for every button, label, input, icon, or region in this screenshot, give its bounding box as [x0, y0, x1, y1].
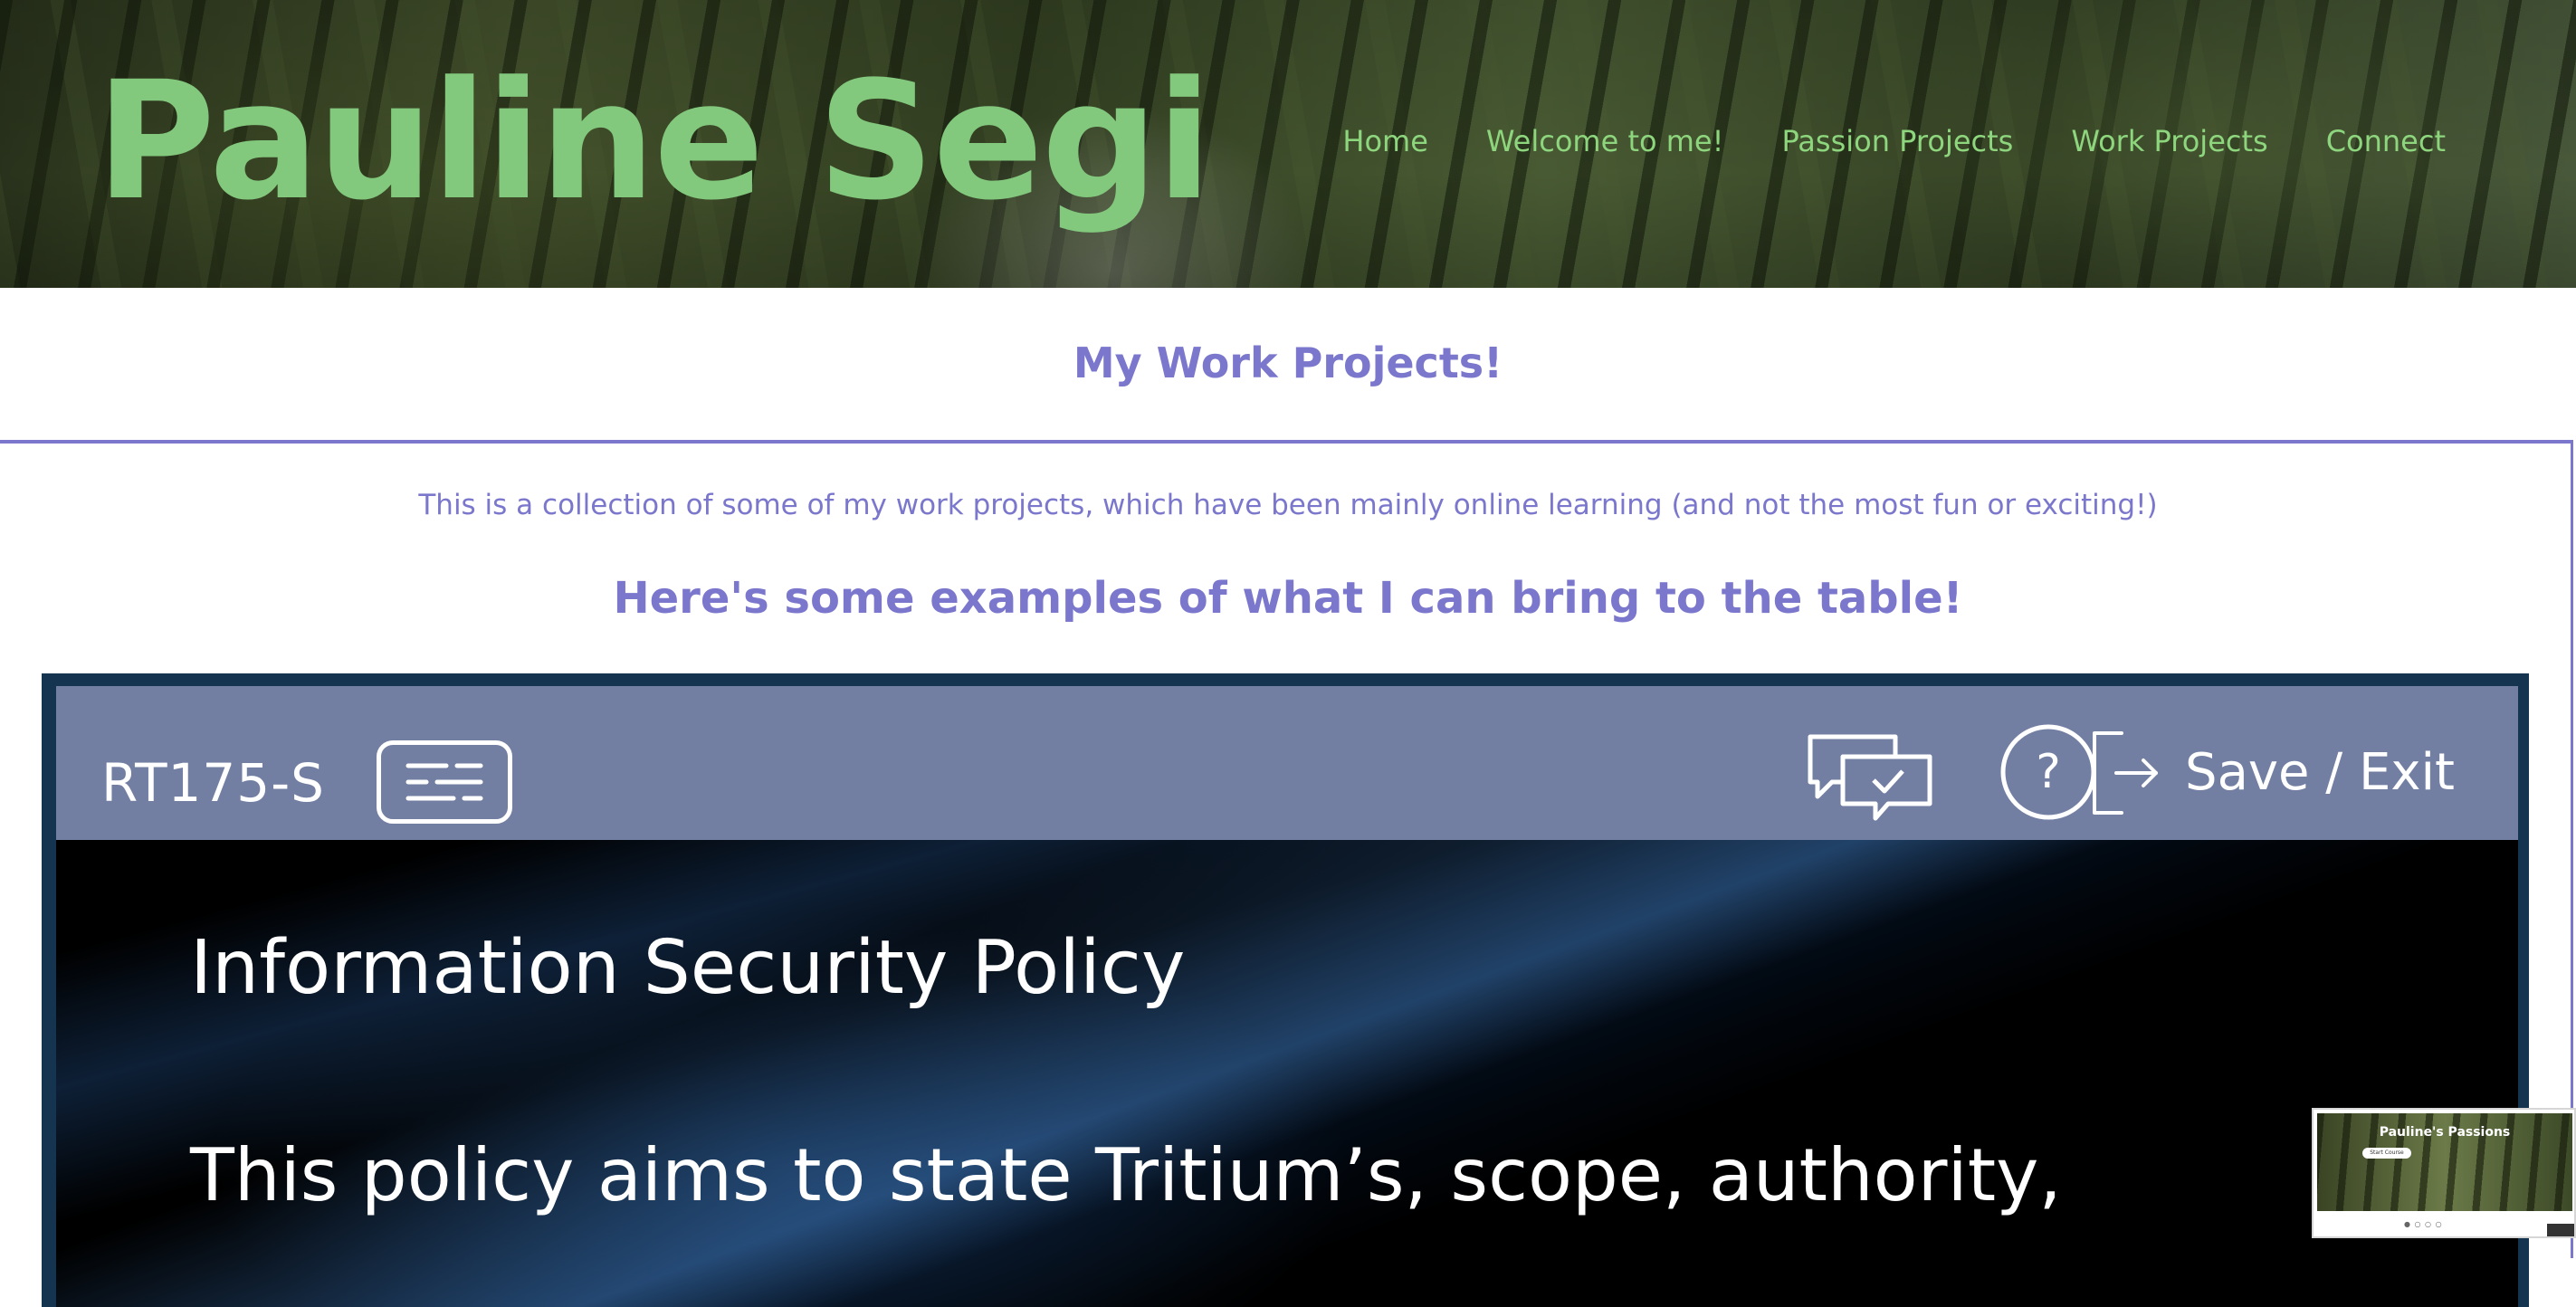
thumbnail-corner [2547, 1224, 2574, 1236]
save-exit-label: Save / Exit [2185, 743, 2455, 802]
nav-item-home[interactable]: Home [1342, 123, 1428, 159]
thumbnail-button: Start Course [2362, 1148, 2411, 1159]
exit-icon [2093, 731, 2159, 815]
player-toolbar: RT175-S ? Save / Exit [56, 686, 2518, 840]
save-exit-button[interactable]: Save / Exit [2091, 730, 2455, 816]
course-code: RT175-S [101, 752, 325, 814]
section-subheading: Here's some examples of what I can bring… [613, 573, 1963, 624]
intro-text: This is a collection of some of my work … [418, 489, 2158, 521]
page-title: My Work Projects! [1073, 339, 1503, 387]
nav-item-work-projects[interactable]: Work Projects [2071, 123, 2267, 159]
help-icon[interactable]: ? [1999, 722, 2098, 822]
main-nav: Home Welcome to me! Passion Projects Wor… [1342, 123, 2446, 159]
slide-title: Information Security Policy [190, 925, 1186, 1011]
discussion-icon[interactable] [1805, 731, 1935, 822]
slide-body-text: This policy aims to state Tritium’s, sco… [190, 1133, 2062, 1217]
preview-thumbnail[interactable]: Pauline's Passions Start Course ● ○ ○ ○ [2312, 1108, 2576, 1238]
site-title[interactable]: Pauline Segi [96, 47, 1212, 237]
transcript-button[interactable] [377, 740, 512, 824]
nav-item-connect[interactable]: Connect [2326, 123, 2446, 159]
site-header: Pauline Segi Home Welcome to me! Passion… [0, 0, 2576, 288]
nav-item-welcome[interactable]: Welcome to me! [1486, 123, 1724, 159]
thumbnail-title: Pauline's Passions [2379, 1125, 2511, 1140]
transcript-icon [405, 763, 483, 801]
thumbnail-image: Pauline's Passions Start Course [2317, 1113, 2572, 1211]
course-player: RT175-S ? Save / Exit Information Securi… [42, 673, 2529, 1307]
nav-item-passion-projects[interactable]: Passion Projects [1781, 123, 2013, 159]
thumbnail-dots: ● ○ ○ ○ [2404, 1220, 2443, 1228]
course-slide: Information Security Policy This policy … [56, 840, 2518, 1307]
svg-text:?: ? [2036, 745, 2061, 799]
